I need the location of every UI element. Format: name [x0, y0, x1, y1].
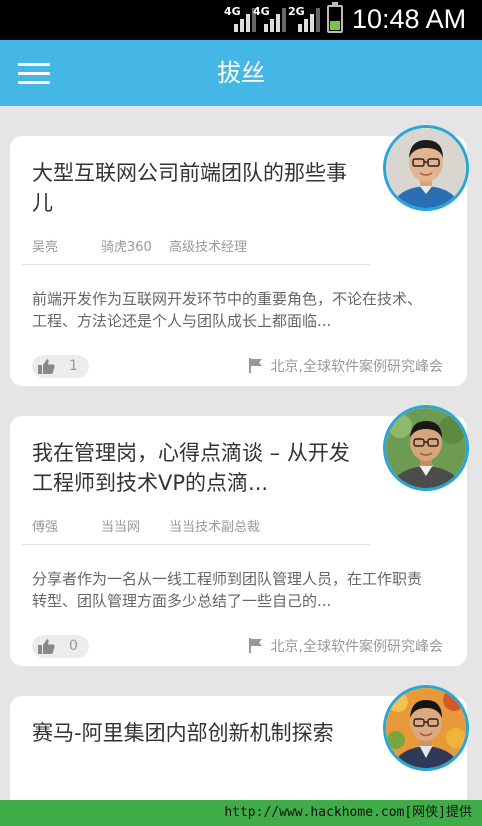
talk-venue: 北京,全球软件案例研究峰会 [248, 638, 443, 656]
like-button[interactable]: 1 [32, 355, 89, 378]
speaker-company: 当当网 [101, 520, 141, 535]
like-count: 0 [69, 638, 78, 654]
speaker-company: 骑虎360 [101, 240, 152, 255]
thumbs-up-icon [38, 359, 55, 374]
venue-label: 北京,全球软件案例研究峰会 [270, 359, 443, 375]
watermark-banner: http://www.hackhome.com[网侠]提供 [0, 800, 482, 826]
signal-strength-icon [262, 8, 286, 32]
divider [22, 264, 370, 265]
signal-strength-icon [296, 8, 320, 32]
speaker-name: 傅强 [32, 520, 59, 535]
talk-title: 我在管理岗，心得点滴谈 – 从开发工程师到技术VP的点滴... [32, 441, 350, 495]
talk-title: 大型互联网公司前端团队的那些事儿 [32, 161, 347, 215]
flag-icon [248, 638, 262, 653]
like-count: 1 [69, 358, 78, 374]
thumbs-up-icon [38, 639, 55, 654]
speaker-avatar[interactable] [383, 405, 469, 491]
status-bar: 4G 4G 2G 10:48 AM [0, 0, 482, 40]
flag-icon [248, 358, 262, 373]
speaker-role: 高级技术经理 [169, 240, 248, 255]
talk-venue: 北京,全球软件案例研究峰会 [248, 358, 443, 376]
speaker-name: 吴亮 [32, 240, 59, 255]
speaker-avatar[interactable] [383, 125, 469, 211]
clock: 10:48 AM [352, 4, 467, 34]
page-title: 拔丝 [217, 59, 265, 87]
speaker-role: 当当技术副总裁 [169, 520, 261, 535]
talk-summary: 前端开发作为互联网开发环节中的重要角色，不论在技术、工程、方法论还是个人与团队成… [32, 290, 423, 330]
venue-label: 北京,全球软件案例研究峰会 [270, 639, 443, 655]
talk-summary: 分享者作为一名从一线工程师到团队管理人员，在工作职责转型、团队管理方面多少总结了… [32, 570, 423, 610]
talk-title: 赛马-阿里集团内部创新机制探索 [32, 721, 334, 745]
speaker-avatar[interactable] [383, 685, 469, 771]
app-bar: 拔丝 [0, 40, 482, 106]
like-button[interactable]: 0 [32, 635, 89, 658]
divider [22, 544, 370, 545]
battery-icon [327, 2, 343, 33]
